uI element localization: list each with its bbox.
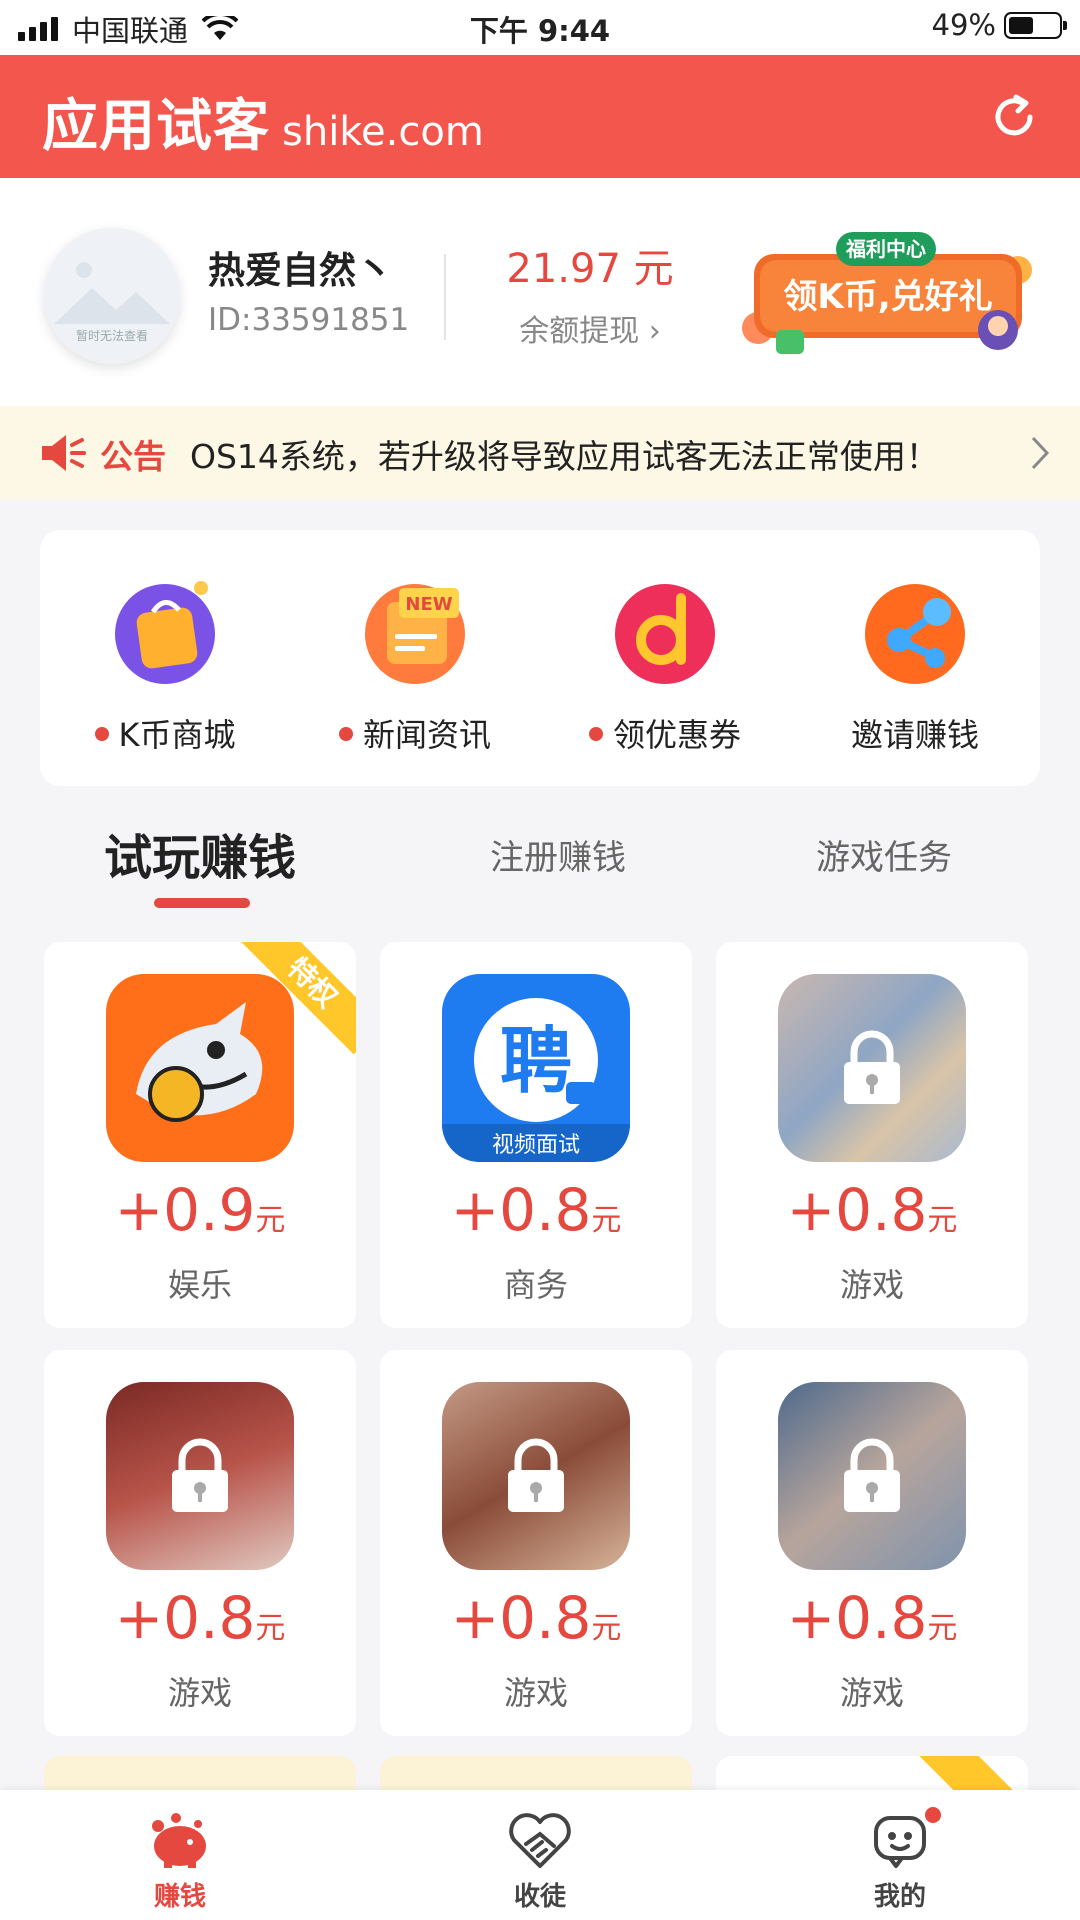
shopping-bag-icon (115, 581, 215, 684)
piggy-bank-icon (152, 1813, 206, 1868)
divider (444, 254, 446, 340)
new-dot (338, 727, 353, 741)
quick-item-coupon[interactable]: 领优惠券 (540, 530, 790, 786)
quick-item-news[interactable]: NEW 新闻资讯 (290, 530, 540, 786)
job-glyph: 聘 (500, 1019, 572, 1103)
lock-icon (172, 1438, 228, 1512)
task-category: 游戏 (167, 1674, 232, 1712)
task-card[interactable]: +0.8元 游戏 (716, 1350, 1028, 1736)
nav-label: 我的 (873, 1882, 926, 1912)
tab-trial-earn[interactable]: 试玩赚钱 (104, 818, 296, 888)
announcement-label: 公告 (100, 437, 166, 476)
task-category: 游戏 (839, 1674, 904, 1712)
brand-logo: 应用试客 shike.com (42, 81, 484, 162)
refresh-icon[interactable] (990, 93, 1038, 141)
quick-item-label: K币商城 (118, 716, 236, 754)
job-app-icon: 聘 视频面试 (442, 974, 630, 1162)
nav-apprentice[interactable]: 收徒 (360, 1790, 720, 1920)
lock-icon (844, 1438, 900, 1512)
lock-icon (844, 1030, 900, 1104)
quick-item-label: 新闻资讯 (362, 716, 491, 754)
task-tabs: 试玩赚钱 注册赚钱 游戏任务 (0, 818, 1080, 918)
news-icon: NEW (365, 584, 465, 684)
lock-icon (508, 1438, 564, 1512)
task-card[interactable]: +0.8元 游戏 (380, 1350, 692, 1736)
battery-icon (1004, 11, 1067, 39)
locked-app-icon (778, 1382, 966, 1570)
username: 热爱自然丶 (208, 249, 393, 292)
svg-text:NEW: NEW (405, 594, 452, 615)
speaker-icon (42, 435, 86, 471)
job-caption: 视频面试 (492, 1133, 580, 1158)
clock: 下午 9:44 (469, 14, 611, 48)
battery-percent: 49% (931, 8, 996, 42)
quick-item-k-coin-mall[interactable]: K币商城 (40, 530, 290, 786)
task-card[interactable]: +0.8元 游戏 (716, 942, 1028, 1328)
reward-amount: +0.9元 (114, 1176, 286, 1244)
reward-amount: +0.8元 (786, 1584, 958, 1652)
tab-indicator (154, 898, 250, 908)
nav-earn[interactable]: 赚钱 (0, 1790, 360, 1920)
announcement-bar[interactable]: 公告 OS14系统，若升级将导致应用试客无法正常使用！ (0, 406, 1080, 500)
nav-label: 赚钱 (153, 1882, 206, 1912)
coupon-icon (615, 584, 715, 684)
app-header: 应用试客 shike.com (0, 55, 1080, 178)
task-category: 娱乐 (167, 1266, 232, 1304)
status-bar: 中国联通 下午 9:44 49% (0, 0, 1080, 55)
profile-section: 暂时无法查看 热爱自然丶 ID:33591851 21.97 元 余额提现 › … (0, 178, 1080, 406)
nav-mine[interactable]: 我的 (720, 1790, 1080, 1920)
welfare-center-banner[interactable]: 福利中心 领K币,兑好礼 (736, 218, 1040, 368)
task-category: 游戏 (503, 1674, 568, 1712)
withdraw-link[interactable]: 余额提现 › (470, 306, 710, 350)
quick-menu: K币商城 NEW 新闻资讯 领优惠券 邀请赚钱 (40, 530, 1040, 786)
locked-app-icon (442, 1382, 630, 1570)
brand-domain: shike.com (282, 109, 484, 155)
task-card[interactable]: +0.8元 游戏 (44, 1350, 356, 1736)
task-card[interactable]: 特权 +0.9元 娱乐 (44, 942, 356, 1328)
welfare-badge: 福利中心 (845, 237, 926, 261)
reward-amount: +0.8元 (450, 1584, 622, 1652)
quick-item-invite[interactable]: 邀请赚钱 (790, 530, 1040, 786)
task-category: 商务 (503, 1266, 568, 1304)
share-icon (865, 584, 965, 684)
quick-item-label: 邀请赚钱 (850, 716, 979, 754)
balance-block[interactable]: 21.97 元 余额提现 › (470, 236, 710, 350)
locked-app-icon (778, 974, 966, 1162)
locked-app-icon (106, 1382, 294, 1570)
reward-amount: +0.8元 (786, 1176, 958, 1244)
new-dot (94, 727, 109, 741)
user-id: ID:33591851 (208, 302, 410, 338)
handshake-icon (509, 1813, 571, 1868)
balance-amount: 21.97 元 (506, 246, 674, 292)
bottom-navigation: 赚钱 收徒 我的 (0, 1790, 1080, 1920)
avatar-caption: 暂时无法查看 (75, 329, 148, 343)
shark-app-icon (106, 974, 294, 1162)
tab-register-earn[interactable]: 注册赚钱 (490, 830, 626, 879)
quick-item-label: 领优惠券 (612, 716, 741, 754)
announcement-text: OS14系统，若升级将导致应用试客无法正常使用！ (190, 437, 939, 476)
notification-badge (922, 1804, 944, 1826)
task-card[interactable]: 聘 视频面试 +0.8元 商务 (380, 942, 692, 1328)
new-dot (588, 727, 603, 741)
tab-game-tasks[interactable]: 游戏任务 (816, 830, 952, 879)
welfare-text: 领K币,兑好礼 (783, 277, 992, 317)
reward-amount: +0.8元 (114, 1584, 286, 1652)
brand-name: 应用试客 (42, 94, 270, 159)
avatar[interactable]: 暂时无法查看 (44, 228, 180, 364)
nav-label: 收徒 (513, 1882, 566, 1912)
chevron-right-icon[interactable] (1028, 434, 1052, 472)
reward-amount: +0.8元 (450, 1176, 622, 1244)
task-category: 游戏 (839, 1266, 904, 1304)
